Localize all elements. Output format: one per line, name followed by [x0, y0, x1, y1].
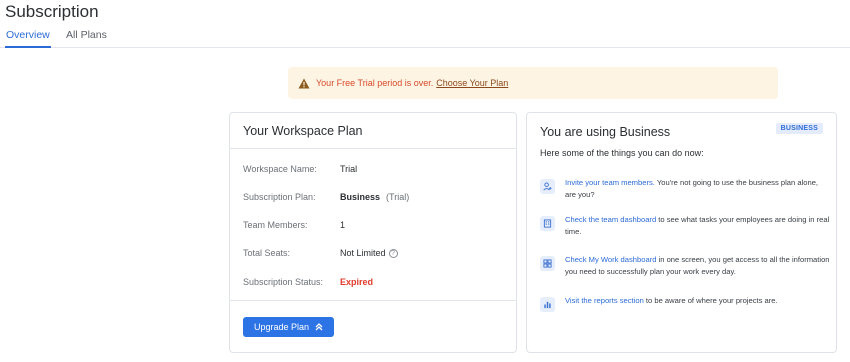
- warning-icon: [298, 78, 310, 88]
- business-card: You are using Business BUSINESS Here som…: [526, 112, 837, 353]
- plan-row-label: Subscription Plan:: [243, 192, 316, 202]
- plan-row-value: Trial: [340, 164, 358, 174]
- info-icon[interactable]: ?: [388, 249, 398, 258]
- my-work-dashboard-link[interactable]: Check My Work dashboard: [565, 255, 656, 264]
- feature-text: Invite your team members. You're not goi…: [565, 177, 830, 200]
- feature-description: to be aware of where your projects are.: [643, 296, 778, 305]
- tab-all-plans[interactable]: All Plans: [66, 29, 107, 48]
- business-subtitle: Here some of the things you can do now:: [540, 148, 704, 158]
- plan-row-subscription-status: Subscription Status: Expired: [243, 277, 373, 287]
- tab-bar: Overview All Plans: [0, 29, 850, 48]
- plan-row-label: Subscription Status:: [243, 277, 324, 287]
- choose-plan-link[interactable]: Choose Your Plan: [436, 78, 508, 88]
- trial-expired-alert: Your Free Trial period is over. Choose Y…: [288, 67, 778, 99]
- plan-row-label: Total Seats:: [243, 248, 291, 258]
- business-title: You are using Business: [540, 125, 671, 139]
- plan-row-value: Business: [340, 192, 381, 202]
- plan-row-subscription-plan: Subscription Plan: Business (Trial): [243, 192, 409, 202]
- alert-message: Your Free Trial period is over.: [316, 78, 434, 88]
- reports-link[interactable]: Visit the reports section: [565, 296, 644, 305]
- team-dashboard-link[interactable]: Check the team dashboard: [565, 215, 656, 224]
- plan-row-total-seats: Total Seats: Not Limited?: [243, 248, 398, 258]
- plan-row-value-group: Not Limited?: [340, 248, 398, 258]
- plan-row-value: 1: [340, 220, 346, 230]
- tab-overview[interactable]: Overview: [5, 29, 51, 48]
- workspace-plan-card: Your Workspace Plan Workspace Name: Tria…: [229, 112, 517, 353]
- plan-row-note: (Trial): [386, 192, 410, 202]
- plan-row-workspace-name: Workspace Name: Trial: [243, 164, 357, 174]
- page-title: Subscription: [5, 2, 99, 21]
- feature-text: Visit the reports section to be aware of…: [565, 295, 830, 307]
- plan-row-value-group: Business (Trial): [340, 192, 409, 202]
- feature-text: Check the team dashboard to see what tas…: [565, 214, 830, 237]
- double-chevron-up-icon: [315, 323, 323, 331]
- plan-row-label: Team Members:: [243, 220, 308, 230]
- upgrade-plan-button[interactable]: Upgrade Plan: [243, 317, 334, 337]
- status-expired: Expired: [340, 277, 374, 287]
- my-work-dashboard-icon: [540, 256, 555, 271]
- plan-row-value: Not Limited: [340, 248, 386, 258]
- plan-row-label: Workspace Name:: [243, 164, 317, 174]
- upgrade-plan-label: Upgrade Plan: [253, 322, 310, 332]
- plan-divider: [230, 300, 516, 301]
- reports-icon: [540, 297, 555, 312]
- invite-user-icon: [540, 179, 555, 194]
- invite-members-link[interactable]: Invite your team members.: [565, 178, 655, 187]
- workspace-plan-title: Your Workspace Plan: [230, 113, 516, 149]
- team-dashboard-icon: [540, 216, 555, 231]
- business-badge: BUSINESS: [775, 123, 823, 134]
- plan-row-team-members: Team Members: 1: [243, 220, 345, 230]
- feature-text: Check My Work dashboard in one screen, y…: [565, 254, 830, 277]
